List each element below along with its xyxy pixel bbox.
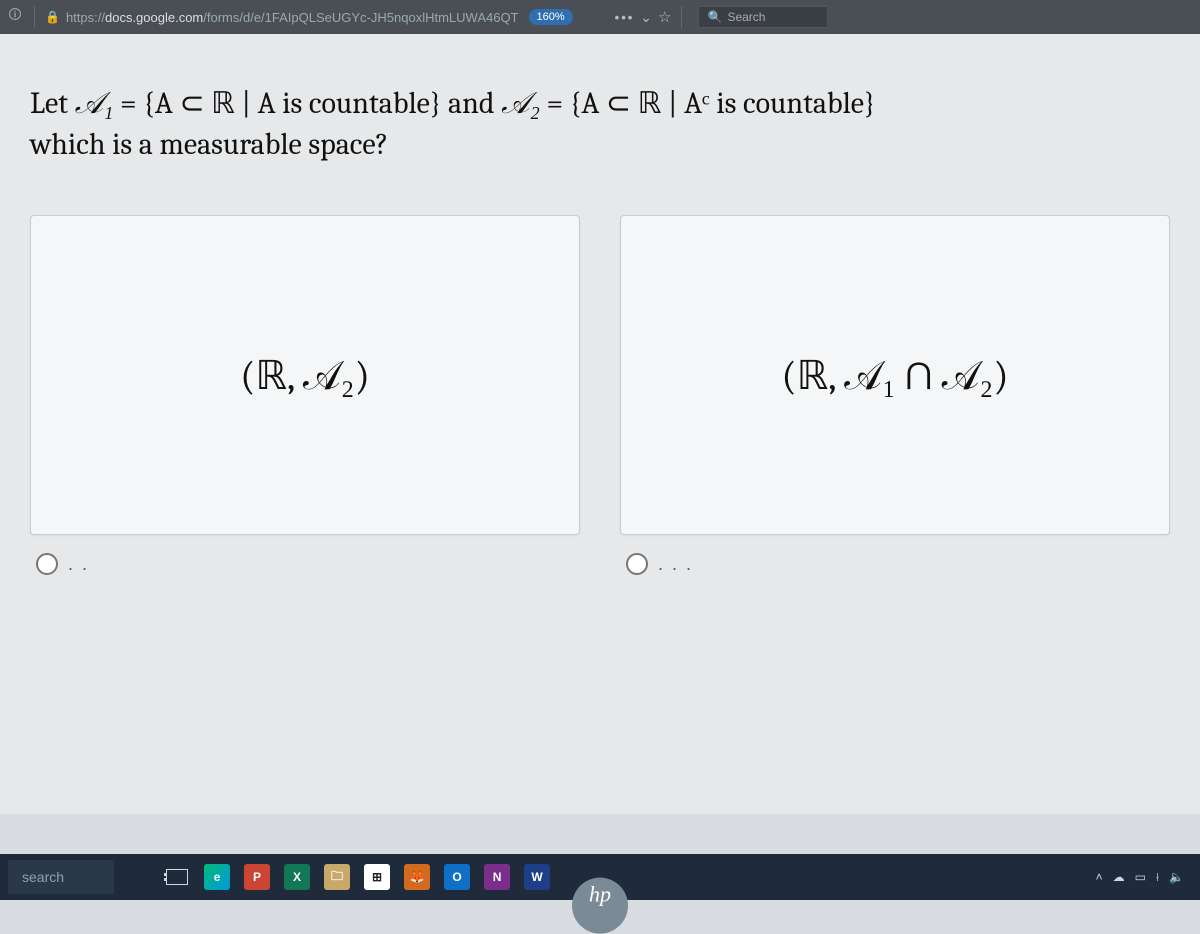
option-1: (ℝ, 𝒜₂) . . [30,215,580,575]
q-part2: = {A ⊂ ℝ | A is countable} and [120,86,501,121]
q-part3: = {A ⊂ ℝ | Aᶜ is countable} [547,86,876,121]
option-2: (ℝ, 𝒜₁ ∩ 𝒜₂) . . . [620,215,1170,575]
taskbar-search-placeholder: search [22,869,64,885]
cortana-icon[interactable] [120,860,154,894]
question-text: Let 𝒜₁ = {A ⊂ ℝ | A is countable} and 𝒜₂… [30,84,1170,165]
edge-icon[interactable]: e [200,860,234,894]
option-1-radio-row[interactable]: . . [30,553,89,575]
option-2-math: (ℝ, 𝒜₁ ∩ 𝒜₂) [781,352,1008,399]
tracking-shield-icon[interactable]: 🛈 [6,8,24,26]
radio-icon[interactable] [626,553,648,575]
zoom-badge[interactable]: 160% [529,9,573,25]
hp-logo: hp [572,878,628,934]
q-A2: 𝒜₂ [501,87,540,120]
taskbar-search[interactable]: search [8,860,114,894]
tray-wifi-icon[interactable]: ⟊ [1156,870,1159,885]
bookmark-star-icon[interactable]: ☆ [658,8,671,26]
excel-icon[interactable]: X [280,860,314,894]
q-A1: 𝒜₁ [75,87,114,120]
q-part1: Let [30,86,75,121]
url-display[interactable]: https://docs.google.com/forms/d/e/1FAIpQ… [66,10,519,25]
browser-address-bar: 🛈 🔒 https://docs.google.com/forms/d/e/1F… [0,0,1200,34]
radio-icon[interactable] [36,553,58,575]
search-icon: 🔍 [707,10,722,24]
divider [34,6,35,28]
url-path: /forms/d/e/1FAIpQLSeUGYc-JH5nqoxlHtmLUWA… [203,10,518,25]
q-line2: which is a measurable space? [30,127,388,162]
search-placeholder: Search [727,10,765,24]
outlook-icon[interactable]: O [440,860,474,894]
option-2-radio-row[interactable]: . . . [620,553,693,575]
tray-chevron-icon[interactable]: ˄ [1096,870,1103,884]
lock-icon[interactable]: 🔒 [45,10,60,24]
form-content: Let 𝒜₁ = {A ⊂ ℝ | A is countable} and 𝒜₂… [0,34,1200,814]
option-1-card[interactable]: (ℝ, 𝒜₂) [30,215,580,535]
option-2-card[interactable]: (ℝ, 𝒜₁ ∩ 𝒜₂) [620,215,1170,535]
firefox-icon[interactable]: 🦊 [400,860,434,894]
store-icon[interactable]: ⊞ [360,860,394,894]
system-tray[interactable]: ˄ ☁ ▭ ⟊ 🔈 [1096,870,1192,885]
page-actions-icon[interactable]: ••• [615,10,635,25]
tray-cloud-icon[interactable]: ☁ [1113,870,1125,884]
file-explorer-icon[interactable]: 🗀 [320,860,354,894]
option-1-label: . . [68,554,89,575]
pocket-icon[interactable]: ⌄ [640,9,652,26]
task-view-icon[interactable] [160,860,194,894]
powerpoint-icon[interactable]: P [240,860,274,894]
onenote-icon[interactable]: N [480,860,514,894]
option-2-label: . . . [658,554,693,575]
word-icon[interactable]: W [520,860,554,894]
url-protocol: https:// [66,10,105,25]
hp-logo-text: hp [589,882,611,908]
browser-search-box[interactable]: 🔍 Search [698,6,828,28]
option-1-math: (ℝ, 𝒜₂) [240,352,370,399]
divider [681,6,682,28]
tray-battery-icon[interactable]: ▭ [1135,870,1146,884]
url-domain: docs.google.com [105,10,203,25]
tray-volume-icon[interactable]: 🔈 [1169,870,1184,884]
options-grid: (ℝ, 𝒜₂) . . (ℝ, 𝒜₁ ∩ 𝒜₂) . . . [30,215,1170,575]
